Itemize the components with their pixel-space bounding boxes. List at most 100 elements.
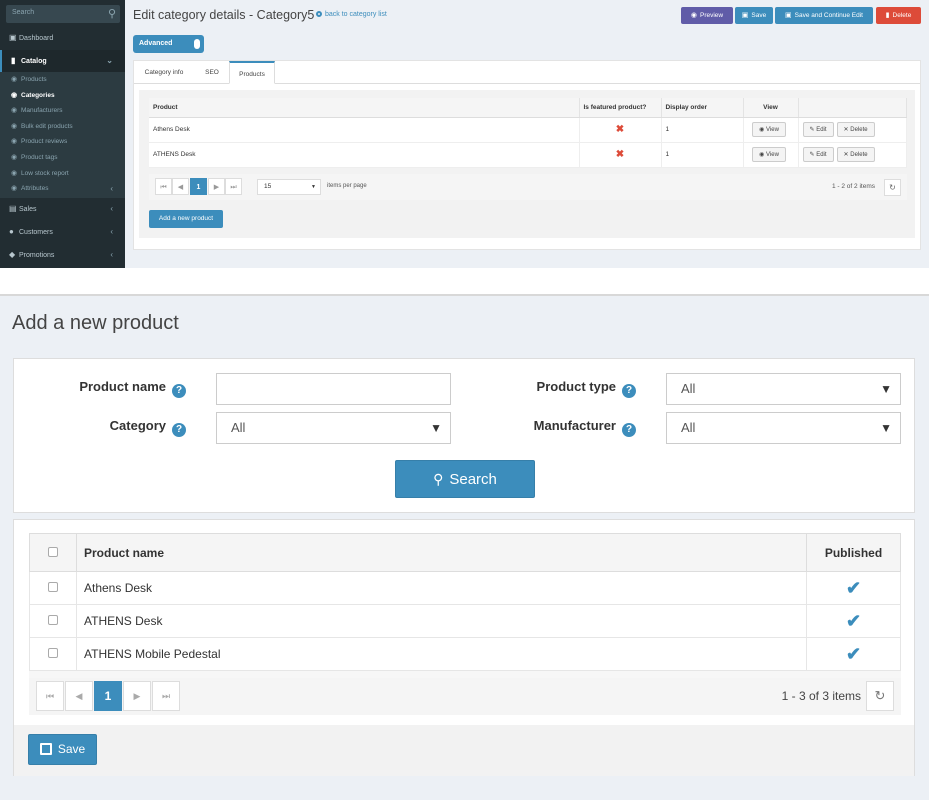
next-page-icon[interactable]: ▶ bbox=[208, 178, 225, 195]
back-to-list-link[interactable]: back to category list bbox=[316, 11, 387, 18]
edit-button[interactable]: ✎ Edit bbox=[802, 147, 834, 162]
save-label: Save bbox=[57, 742, 86, 756]
cell-published: ✔ bbox=[806, 637, 901, 671]
page-button[interactable]: 1 bbox=[94, 681, 122, 711]
results-panel: Product name Published Athens Desk ✔ ATH… bbox=[13, 519, 915, 776]
row-checkbox[interactable] bbox=[48, 615, 58, 625]
category-panel: Category info SEO Products Product Is fe… bbox=[133, 60, 921, 250]
add-new-product-button[interactable]: Add a new product bbox=[149, 210, 223, 228]
delete-button[interactable]: ▮ Delete bbox=[876, 7, 921, 24]
delete-row-button[interactable]: ✕ Delete bbox=[836, 122, 875, 137]
refresh-icon[interactable]: ↻ bbox=[884, 179, 901, 196]
prev-page-icon[interactable]: ◀ bbox=[172, 178, 189, 195]
row-checkbox-cell bbox=[29, 637, 77, 671]
cell-actions: ✎ Edit ✕ Delete bbox=[798, 142, 907, 168]
page-title: Edit category details - Category5 bbox=[133, 8, 315, 22]
sidebar-sub-label: Product reviews bbox=[21, 138, 68, 145]
circle-icon: ◉ bbox=[11, 76, 18, 83]
product-name-input[interactable] bbox=[216, 373, 451, 405]
category-select[interactable]: All ▼ bbox=[216, 412, 451, 444]
popup-title: Add a new product bbox=[12, 312, 179, 334]
first-page-icon[interactable]: ⏮ bbox=[155, 178, 172, 195]
tab-seo[interactable]: SEO bbox=[196, 61, 228, 84]
save-button[interactable]: ▣ Save bbox=[735, 7, 773, 24]
table-row: Athens Desk ✔ bbox=[29, 571, 901, 605]
sidebar-item-promotions[interactable]: ◆ Promotions ‹ bbox=[0, 244, 125, 266]
select-all-cell bbox=[29, 533, 77, 572]
sidebar-item-label: Catalog bbox=[21, 58, 47, 65]
cart-icon: ▤ bbox=[9, 204, 17, 213]
cell-display-order: 1 bbox=[661, 117, 744, 143]
sidebar-item-dashboard[interactable]: ▣ Dashboard bbox=[0, 27, 125, 49]
last-page-icon[interactable]: ⏭ bbox=[225, 178, 242, 195]
checkmark-icon: ✔ bbox=[845, 610, 862, 631]
help-icon[interactable]: ? bbox=[622, 384, 636, 398]
circle-icon: ◉ bbox=[11, 138, 18, 145]
save-button[interactable]: Save bbox=[28, 734, 97, 765]
first-page-icon[interactable]: ⏮ bbox=[36, 681, 64, 711]
page-size-select[interactable]: 15 ▼ bbox=[257, 179, 321, 195]
advanced-toggle[interactable]: Advanced bbox=[133, 35, 204, 53]
tab-category-info[interactable]: Category info bbox=[138, 61, 190, 84]
cell-display-order: 1 bbox=[661, 142, 744, 168]
search-button[interactable]: ⚲ Search bbox=[395, 460, 535, 498]
column-header-featured[interactable]: Is featured product? bbox=[579, 98, 662, 118]
sidebar-sub-attributes[interactable]: ◉ Attributes ‹ bbox=[0, 181, 125, 196]
table-row: ATHENS Mobile Pedestal ✔ bbox=[29, 637, 901, 671]
help-icon[interactable]: ? bbox=[172, 423, 186, 437]
edit-button[interactable]: ✎ Edit bbox=[802, 122, 834, 137]
add-product-popup: Add a new product Product name? Category… bbox=[0, 296, 929, 800]
page-button[interactable]: 1 bbox=[190, 178, 207, 195]
back-circle-icon bbox=[316, 11, 322, 17]
preview-button[interactable]: ◉ Preview bbox=[681, 7, 733, 24]
view-button[interactable]: ◉ View bbox=[752, 122, 786, 137]
row-checkbox[interactable] bbox=[48, 648, 58, 658]
edit-label: Edit bbox=[816, 127, 827, 133]
circle-icon: ◉ bbox=[11, 123, 18, 130]
manufacturer-select[interactable]: All ▼ bbox=[666, 412, 901, 444]
view-button[interactable]: ◉ View bbox=[752, 147, 786, 162]
sidebar-search[interactable]: Search ⚲ bbox=[6, 5, 120, 23]
sidebar-sub-product-reviews[interactable]: ◉ Product reviews bbox=[0, 134, 125, 149]
sidebar-sub-bulk-edit[interactable]: ◉ Bulk edit products bbox=[0, 119, 125, 134]
sidebar-sub-manufacturers[interactable]: ◉ Manufacturers bbox=[0, 103, 125, 118]
sidebar-item-sales[interactable]: ▤ Sales ‹ bbox=[0, 198, 125, 220]
sidebar-item-customers[interactable]: ● Customers ‹ bbox=[0, 221, 125, 243]
results-grid: Product name Published Athens Desk ✔ ATH… bbox=[29, 533, 901, 715]
sidebar-sub-categories[interactable]: ◉ Categories bbox=[0, 88, 125, 103]
column-header-product-name[interactable]: Product name bbox=[76, 533, 807, 572]
sidebar-item-label: Dashboard bbox=[19, 35, 54, 42]
sidebar: Search ⚲ ▣ Dashboard ▮ Catalog ⌄ ◉ Products… bbox=[0, 0, 125, 268]
column-header-display-order[interactable]: Display order bbox=[661, 98, 744, 118]
product-type-label: Product type? bbox=[508, 379, 636, 398]
refresh-icon[interactable]: ↻ bbox=[866, 681, 894, 711]
help-icon[interactable]: ? bbox=[172, 384, 186, 398]
circle-icon: ◉ bbox=[11, 92, 18, 99]
next-page-icon[interactable]: ▶ bbox=[123, 681, 151, 711]
last-page-icon[interactable]: ⏭ bbox=[152, 681, 180, 711]
column-header-published[interactable]: Published bbox=[806, 533, 901, 572]
sidebar-item-catalog[interactable]: ▮ Catalog ⌄ bbox=[0, 50, 125, 72]
tab-products[interactable]: Products bbox=[229, 61, 275, 84]
sidebar-item-label: Customers bbox=[19, 229, 53, 236]
column-header-product[interactable]: Product bbox=[149, 98, 580, 118]
select-value: All bbox=[681, 420, 696, 435]
circle-icon: ◉ bbox=[11, 154, 18, 161]
floppy-icon: ▣ bbox=[741, 12, 749, 19]
view-label: View bbox=[766, 127, 779, 133]
product-type-select[interactable]: All ▼ bbox=[666, 373, 901, 405]
help-icon[interactable]: ? bbox=[622, 423, 636, 437]
sidebar-sub-product-tags[interactable]: ◉ Product tags bbox=[0, 150, 125, 165]
delete-row-button[interactable]: ✕ Delete bbox=[836, 147, 875, 162]
products-tab-content: Product Is featured product? Display ord… bbox=[139, 90, 915, 238]
sidebar-sub-products[interactable]: ◉ Products bbox=[0, 72, 125, 87]
prev-page-icon[interactable]: ◀ bbox=[65, 681, 93, 711]
row-checkbox[interactable] bbox=[48, 582, 58, 592]
column-header-view[interactable]: View bbox=[743, 98, 799, 118]
sidebar-sub-low-stock[interactable]: ◉ Low stock report bbox=[0, 166, 125, 181]
search-icon[interactable]: ⚲ bbox=[108, 7, 116, 20]
circle-icon: ◉ bbox=[11, 107, 18, 114]
floppy-icon bbox=[39, 743, 52, 755]
save-continue-button[interactable]: ▣ Save and Continue Edit bbox=[775, 7, 873, 24]
select-all-checkbox[interactable] bbox=[48, 546, 58, 557]
